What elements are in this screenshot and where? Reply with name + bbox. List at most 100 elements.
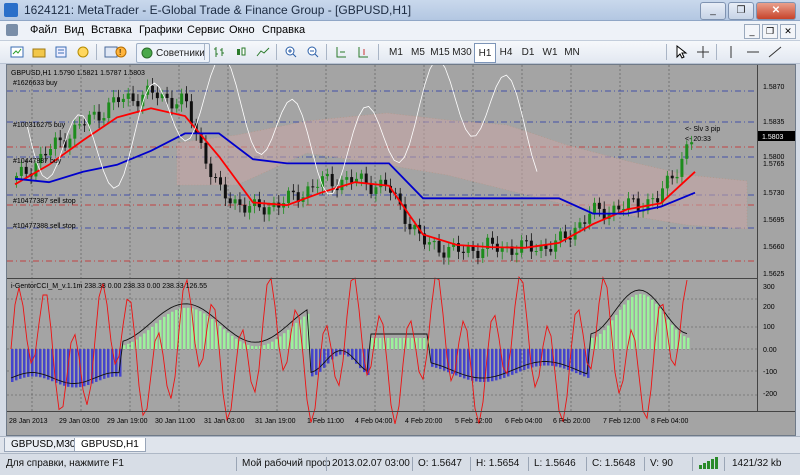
status-profile[interactable]: Мой рабочий проф [242, 457, 331, 471]
tab-gbpusd-m30[interactable]: GBPUSD,M30 [4, 438, 83, 452]
period-m1[interactable]: M1 [386, 43, 406, 61]
line-chart-icon[interactable] [254, 43, 272, 61]
candle-body [311, 186, 315, 188]
candle-body [102, 118, 106, 121]
candle-body [534, 250, 538, 252]
candle-body [243, 204, 247, 213]
candle-body [238, 199, 242, 205]
candle-body [340, 179, 344, 191]
tab-gbpusd-h1[interactable]: GBPUSD,H1 [74, 438, 146, 452]
price-tick-2: 1.5835 [763, 119, 785, 126]
order-label-4: #10477387 sell stop [13, 198, 76, 205]
period-d1[interactable]: D1 [518, 43, 538, 61]
chart-shift-icon[interactable] [354, 43, 372, 61]
histogram-bar [227, 332, 230, 349]
candle-body [44, 153, 48, 156]
auto-scroll-icon[interactable] [332, 43, 350, 61]
maximize-button[interactable]: ❐ [728, 2, 754, 20]
period-mn[interactable]: MN [562, 43, 582, 61]
time-tick-2: 29 Jan 03:00 [59, 418, 100, 425]
close-button[interactable]: ✕ [756, 2, 796, 20]
candle-body [374, 187, 378, 194]
ind-tick-0: 0.00 [763, 347, 777, 354]
candle-body [306, 186, 310, 198]
histogram-bar [411, 338, 414, 349]
zoom-in-icon[interactable] [282, 43, 300, 61]
candle-body [631, 198, 635, 200]
mdi-restore-button[interactable]: ❐ [762, 24, 778, 39]
candle-body [78, 124, 82, 126]
candle-body [481, 249, 485, 258]
candle-body [364, 173, 368, 184]
menu-insert[interactable]: Вставка [91, 24, 132, 36]
candle-body [636, 198, 640, 211]
candlestick-icon[interactable] [232, 43, 250, 61]
new-chart-icon[interactable] [8, 43, 26, 61]
mdi-minimize-button[interactable]: _ [744, 24, 760, 39]
histogram-bar [527, 349, 530, 369]
period-h4[interactable]: H4 [496, 43, 516, 61]
period-h1[interactable]: H1 [474, 43, 496, 63]
bar-chart-icon[interactable] [210, 43, 228, 61]
histogram-bar [603, 330, 606, 349]
period-m5[interactable]: M5 [408, 43, 428, 61]
expert-advisors-button[interactable]: Советники [136, 43, 210, 63]
chart-window[interactable]: GBPUSD,H1 1.5790 1.5821 1.5787 1.5803 i-… [6, 55, 796, 436]
menu-view[interactable]: Вид [64, 24, 84, 36]
time-tick-12: 6 Feb 20:00 [553, 418, 590, 425]
candle-body [58, 137, 62, 141]
price-tick-8: 1.5625 [763, 271, 785, 278]
menu-tools[interactable]: Сервис [187, 24, 225, 36]
indicator-header: i-GentorCCI_M_v.1.1m 238.33 0.00 238.33 … [11, 283, 207, 290]
chart-header: GBPUSD,H1 1.5790 1.5821 1.5787 1.5803 [11, 70, 145, 77]
histogram-bar [219, 325, 222, 349]
chart-tabs: GBPUSD,M30 GBPUSD,H1 [0, 436, 800, 453]
cursor-icon[interactable] [672, 43, 690, 61]
candle-body [131, 93, 135, 102]
candle-body [219, 177, 222, 185]
histogram-bar [327, 349, 330, 364]
menu-file[interactable]: Файл [30, 24, 57, 36]
crosshair-icon[interactable] [694, 43, 712, 61]
histogram-bar [683, 336, 686, 349]
candle-body [325, 173, 329, 177]
period-w1[interactable]: W1 [540, 43, 560, 61]
candle-body [92, 111, 96, 115]
histogram-bar [615, 314, 618, 349]
histogram-bar [275, 339, 278, 349]
histogram-bar [263, 345, 266, 349]
time-tick-1: 28 Jan 2013 [9, 418, 48, 425]
navigator-icon[interactable] [74, 43, 92, 61]
toolbar: ! Советники M1 M5 M15 M30 H1 H4 D1 W1 MN [0, 41, 800, 64]
menu-window[interactable]: Окно [229, 24, 255, 36]
price-chart[interactable]: GBPUSD,H1 1.5790 1.5821 1.5787 1.5803 i-… [7, 55, 795, 435]
histogram-bar [187, 307, 190, 349]
menu-charts[interactable]: Графики [139, 24, 183, 36]
candle-body [583, 222, 587, 224]
candle-body [617, 205, 621, 210]
candle-body [189, 101, 193, 124]
trendline-icon[interactable] [766, 43, 784, 61]
histogram-bar [515, 349, 518, 374]
candle-body [612, 205, 616, 214]
minimize-button[interactable]: _ [700, 2, 726, 20]
histogram-bar [199, 311, 202, 349]
order-label-2: #100316275 buy [13, 122, 66, 129]
period-m30[interactable]: M30 [452, 43, 472, 61]
zoom-out-icon[interactable] [304, 43, 322, 61]
menu-help[interactable]: Справка [262, 24, 305, 36]
histogram-bar [235, 338, 238, 349]
candle-body [476, 250, 480, 258]
candle-body [359, 173, 363, 179]
expert-advisors-label: Советники [156, 47, 205, 59]
profiles-icon[interactable] [30, 43, 48, 61]
mdi-close-button[interactable]: ✕ [780, 24, 796, 39]
tester-icon[interactable]: ! [112, 43, 130, 61]
vertical-line-icon[interactable] [722, 43, 740, 61]
market-watch-icon[interactable] [52, 43, 70, 61]
horizontal-line-icon[interactable] [744, 43, 762, 61]
histogram-bar [255, 346, 258, 349]
time-tick-3: 29 Jan 19:00 [107, 418, 148, 425]
candle-body [214, 177, 218, 179]
period-m15[interactable]: M15 [430, 43, 450, 61]
